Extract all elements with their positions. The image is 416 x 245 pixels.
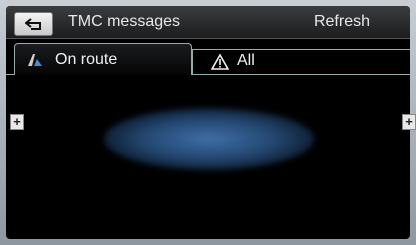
tab-bar: On route All (6, 43, 410, 75)
tab-divider (6, 74, 14, 75)
zoom-in-right-button[interactable]: + (402, 114, 416, 130)
tab-on-route[interactable]: On route (14, 43, 192, 75)
zoom-in-left-button[interactable]: + (10, 114, 24, 130)
tab-on-route-label: On route (55, 51, 118, 68)
refresh-button[interactable]: Refresh (314, 13, 370, 31)
back-button[interactable] (14, 12, 53, 36)
page-title: TMC messages (68, 13, 181, 30)
tab-all-label: All (237, 52, 255, 69)
road-traffic-icon (28, 54, 42, 66)
header-bar: TMC messages Refresh (6, 6, 410, 39)
tab-all[interactable]: All (192, 49, 410, 75)
tmc-screen: TMC messages Refresh On route All (6, 6, 410, 239)
back-arrow-icon (24, 18, 41, 30)
warning-triangle-icon (211, 54, 229, 70)
map-glow (104, 108, 314, 170)
